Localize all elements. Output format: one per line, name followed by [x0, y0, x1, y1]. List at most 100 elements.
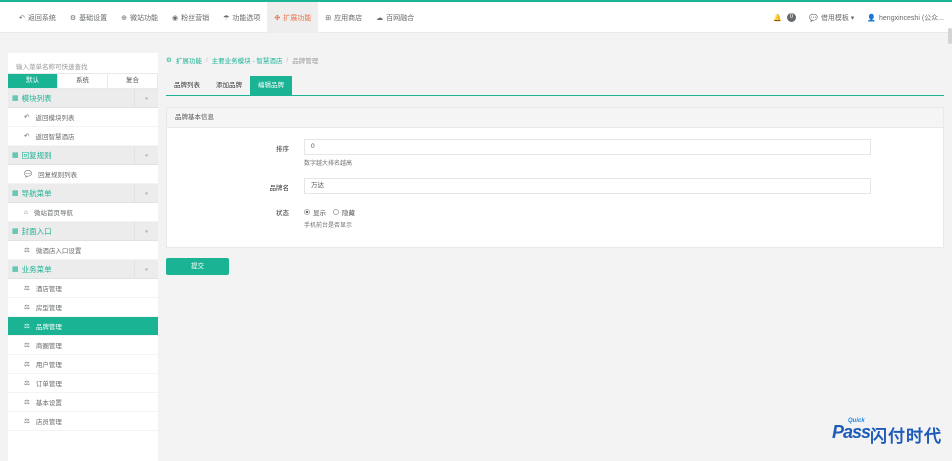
group-toggle-icon[interactable]: ●: [134, 222, 158, 241]
sidebar-group-title: 封面入口: [21, 226, 52, 236]
sidebar-item-label: 商圈管理: [35, 343, 62, 350]
sidebar-group-header[interactable]: ▦ 导航菜单 ●: [8, 184, 158, 203]
page-tab-0[interactable]: 品牌列表: [166, 76, 208, 95]
topnav-item-1[interactable]: ⚙ 基础设置: [63, 2, 114, 33]
sidebar-item[interactable]: ⚖ 商圈管理: [8, 336, 158, 355]
sidebar-item[interactable]: ⚖ 酒店管理: [8, 279, 158, 298]
puzzle-icon: ⚖: [24, 304, 30, 311]
topnav-item-label: 基础设置: [79, 14, 108, 22]
template-dropdown[interactable]: 💬 借用模板 ▾: [809, 13, 854, 23]
topnav-item-label: 百网融合: [386, 14, 415, 22]
submit-button[interactable]: 提交: [166, 258, 229, 275]
topnav-item-label: 返回系统: [27, 14, 56, 22]
th-large-icon: ▦: [12, 95, 19, 102]
topnav-item-0[interactable]: ↶ 返回系统: [12, 2, 63, 33]
sidebar-item[interactable]: ↶ 返回模块列表: [8, 108, 158, 127]
page-tabs: 品牌列表 添加品牌 编辑品牌: [166, 76, 944, 96]
sidebar-item[interactable]: ⚖ 品牌管理: [8, 317, 158, 336]
sidebar-item[interactable]: ⚖ 基本设置: [8, 393, 158, 412]
puzzle-icon: ⚖: [24, 342, 30, 349]
group-toggle-icon[interactable]: ●: [134, 260, 158, 279]
radio-circle[interactable]: [304, 209, 310, 215]
breadcrumb-item-module[interactable]: 主要业务模块 - 智慧酒店: [212, 55, 283, 65]
sidebar-item-label: 品牌管理: [35, 324, 62, 331]
notification-count-badge: 0: [786, 13, 797, 22]
puzzle-icon: ⚖: [24, 418, 30, 425]
sidebar-group-header[interactable]: ▦ 业务菜单 ●: [8, 260, 158, 279]
sidebar-item[interactable]: ⚖ 店员管理: [8, 412, 158, 431]
group-toggle-icon[interactable]: ●: [134, 89, 158, 108]
sidebar-group-header[interactable]: ▦ 封面入口 ●: [8, 222, 158, 241]
th-large-icon: ▦: [12, 266, 19, 273]
status-radio-0[interactable]: 显示: [304, 207, 326, 217]
status-radio-group: 显示 隐藏: [304, 207, 362, 217]
topnav-item-3[interactable]: ◉ 粉丝营销: [165, 2, 216, 33]
topnav-item-label: 功能选项: [232, 14, 261, 22]
sidebar-group-header[interactable]: ▦ 回复规则 ●: [8, 146, 158, 165]
sidebar-item-label: 店员管理: [35, 419, 62, 426]
th-large-icon: ▦: [12, 190, 19, 197]
sidebar-tab-1[interactable]: 系统: [58, 74, 108, 88]
page-scrollbar[interactable]: [948, 28, 952, 44]
sidebar-item-label: 微站首页导航: [33, 210, 73, 217]
topnav-item-label: 微站功能: [130, 14, 159, 22]
sidebar-item[interactable]: ↶ 返回智慧酒店: [8, 127, 158, 146]
cubes-icon: ✤: [274, 14, 281, 22]
top-navbar: ↶ 返回系统 ⚙ 基础设置 ⊕ 微站功能 ◉ 粉丝营销 ☂ 功能选项 ✤ 扩展功能 ⊞ 应用商店 ☁ 百网融合…: [0, 0, 952, 44]
group-toggle-icon[interactable]: ●: [134, 184, 158, 203]
sidebar-item[interactable]: ⚖ 房型管理: [8, 298, 158, 317]
sort-label: 排序: [276, 146, 289, 153]
cogs-icon: ⚙: [166, 57, 172, 64]
sidebar-group-title: 模块列表: [21, 93, 52, 103]
status-help-text: 手机前台是否显示: [304, 223, 353, 229]
sidebar-item-label: 用户管理: [35, 362, 62, 369]
sort-input[interactable]: 0: [304, 139, 871, 155]
brand-name-input[interactable]: 万达: [304, 178, 871, 194]
sidebar-tab-0[interactable]: 默认: [8, 74, 58, 88]
sidebar-item[interactable]: ⚖ 订单管理: [8, 374, 158, 393]
gear-icon: ⚙: [69, 14, 77, 22]
group-toggle-icon[interactable]: ●: [134, 146, 158, 165]
th-large-icon: ▦: [12, 228, 19, 235]
sidebar-item-label: 微酒店入口设置: [35, 248, 82, 255]
breadcrumb-separator: /: [286, 56, 289, 64]
sidebar: 输入菜单名称可快速查找 默认 系统 复合 ▦ 模块列表 ● ↶ 返回模块列表 ↶ 返回智慧酒店 ▦…: [8, 53, 158, 461]
bell-icon: 🔔: [773, 14, 782, 22]
sidebar-item[interactable]: ⚖ 用户管理: [8, 355, 158, 374]
topnav-item-7[interactable]: ☁ 百网融合: [369, 2, 421, 33]
template-dropdown-label: 借用模板 ▾: [820, 14, 855, 22]
cart-icon: ⊞: [325, 14, 332, 22]
breadcrumb-item-current: 品牌管理: [292, 58, 319, 65]
sidebar-item[interactable]: ⌂ 微站首页导航: [8, 203, 158, 222]
radio-circle[interactable]: [333, 209, 339, 215]
top-nav-menu: ↶ 返回系统 ⚙ 基础设置 ⊕ 微站功能 ◉ 粉丝营销 ☂ 功能选项 ✤ 扩展功能 ⊞ 应用商店 ☁ 百网融合: [12, 2, 421, 33]
topnav-item-2[interactable]: ⊕ 微站功能: [114, 2, 165, 33]
breadcrumb-item-extensions[interactable]: 扩展功能: [176, 55, 202, 65]
reply-icon: ↶: [24, 114, 30, 121]
user-icon: 👤: [867, 14, 877, 22]
brand-name-label: 品牌名: [269, 185, 290, 192]
sidebar-item[interactable]: ⚖ 微酒店入口设置: [8, 241, 158, 260]
sidebar-item-label: 基本设置: [35, 400, 62, 407]
sidebar-item[interactable]: 💬 回复规则列表: [8, 165, 158, 184]
status-radio-1[interactable]: 隐藏: [333, 207, 355, 217]
notifications-button[interactable]: 🔔 0: [773, 13, 797, 22]
sort-help-text: 数字越大排名越高: [304, 161, 353, 167]
breadcrumb: ⚙ 扩展功能 / 主要业务模块 - 智慧酒店 / 品牌管理: [166, 54, 318, 66]
radio-label: 显示: [313, 210, 326, 217]
topnav-item-4[interactable]: ☂ 功能选项: [216, 2, 267, 33]
menu-search-input[interactable]: 输入菜单名称可快速查找: [8, 55, 158, 74]
panel-title: 品牌基本信息: [167, 108, 943, 128]
page-tab-1[interactable]: 添加品牌: [208, 76, 250, 95]
topnav-item-6[interactable]: ⊞ 应用商店: [318, 2, 369, 33]
sidebar-group-header[interactable]: ▦ 模块列表 ●: [8, 89, 158, 108]
user-menu[interactable]: 👤 hengxinceshi (公众...: [867, 13, 944, 23]
topnav-item-label: 粉丝营销: [181, 14, 210, 22]
puzzle-icon: ⚖: [24, 399, 30, 406]
logo-pass-text: Pass: [832, 422, 871, 442]
user-menu-label: hengxinceshi (公众...: [879, 14, 944, 22]
topnav-item-5[interactable]: ✤ 扩展功能: [267, 2, 319, 33]
page-tab-2[interactable]: 编辑品牌: [250, 76, 292, 95]
sidebar-item-label: 房型管理: [35, 305, 62, 312]
sidebar-tab-2[interactable]: 复合: [108, 74, 158, 88]
